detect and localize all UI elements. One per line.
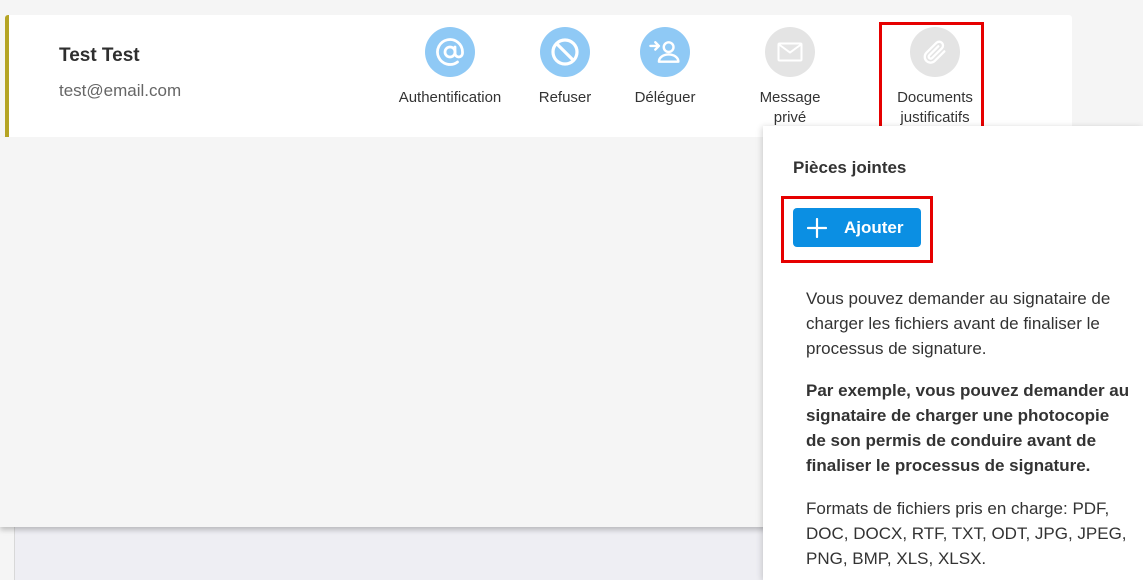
signer-name: Test Test <box>59 45 140 66</box>
delegate-label: Déléguer <box>634 89 696 106</box>
page: Test Test test@email.com Authentificatio… <box>0 0 1143 580</box>
attachments-panel: Pièces jointes Ajouter Vous pouvez deman… <box>763 126 1143 580</box>
authentication-label: Authentification <box>398 89 502 106</box>
panel-title: Pièces jointes <box>793 158 907 177</box>
lower-background <box>14 526 774 580</box>
refuse-label: Refuser <box>538 89 592 106</box>
block-icon <box>540 27 590 77</box>
private-message-button[interactable]: Message privé <box>730 27 850 128</box>
envelope-icon <box>765 27 815 77</box>
add-button-highlight <box>781 196 933 263</box>
at-sign-icon <box>425 27 475 77</box>
signer-email: test@email.com <box>59 81 182 100</box>
private-message-label: Message privé <box>759 89 821 126</box>
document-area <box>0 137 790 527</box>
delegate-button[interactable]: Déléguer <box>605 27 725 108</box>
authentication-button[interactable]: Authentification <box>390 27 510 108</box>
attachments-example: Par exemple, vous pouvez demander au sig… <box>806 381 1130 475</box>
supporting-documents-highlight <box>879 22 984 136</box>
attachments-description: Vous pouvez demander au signataire de ch… <box>806 289 1111 358</box>
delegate-user-icon <box>640 27 690 77</box>
supported-formats: Formats de fichiers pris en charge: PDF,… <box>806 499 1127 568</box>
